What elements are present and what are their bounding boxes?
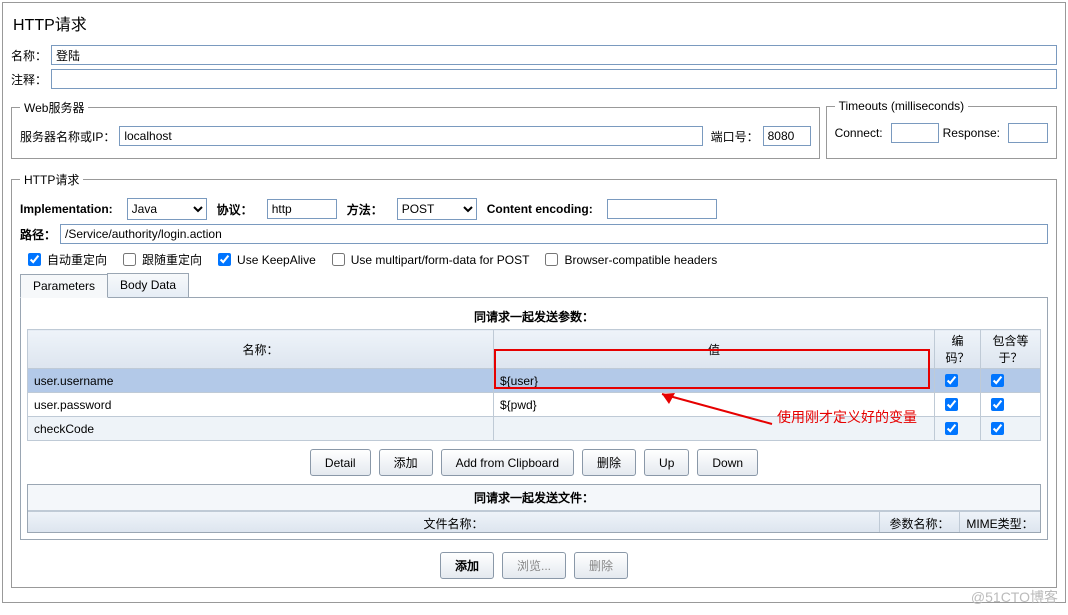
keepalive-input[interactable]: [218, 253, 231, 266]
include-checkbox[interactable]: [991, 374, 1004, 387]
tab-body-data[interactable]: Body Data: [107, 273, 189, 297]
encode-checkbox[interactable]: [945, 374, 958, 387]
proto-input[interactable]: [267, 199, 337, 219]
param-include-cell[interactable]: [981, 417, 1041, 441]
name-row: 名称：: [11, 45, 1057, 65]
comment-label: 注释：: [11, 71, 47, 88]
browser-compat-input[interactable]: [545, 253, 558, 266]
file-col-mime[interactable]: MIME类型：: [960, 512, 1040, 532]
web-server-legend: Web服务器: [20, 99, 88, 116]
file-col-name[interactable]: 文件名称：: [28, 512, 880, 532]
table-row[interactable]: checkCode: [28, 417, 1041, 441]
param-encode-cell[interactable]: [935, 417, 981, 441]
col-name[interactable]: 名称：: [28, 330, 494, 369]
params-table-wrap: 名称： 值 编码？ 包含等于？ user.username${user}user…: [27, 329, 1041, 441]
tab-parameters[interactable]: Parameters: [20, 274, 108, 298]
server-input[interactable]: [119, 126, 702, 146]
auto-redirect-input[interactable]: [28, 253, 41, 266]
file-buttons: 添加 浏览... 删除: [20, 552, 1048, 579]
files-title: 同请求一起发送文件：: [28, 485, 1040, 511]
port-label: 端口号：: [711, 128, 759, 145]
add-param-button[interactable]: 添加: [379, 449, 433, 476]
connect-label: Connect:: [835, 126, 883, 140]
include-checkbox[interactable]: [991, 398, 1004, 411]
response-label: Response:: [943, 126, 1000, 140]
col-include[interactable]: 包含等于？: [981, 330, 1041, 369]
browser-compat-checkbox[interactable]: Browser-compatible headers: [541, 250, 717, 269]
method-label: 方法：: [347, 201, 383, 218]
browse-file-button[interactable]: 浏览...: [502, 552, 566, 579]
port-input[interactable]: [763, 126, 811, 146]
include-checkbox[interactable]: [991, 422, 1004, 435]
param-name-cell[interactable]: checkCode: [28, 417, 494, 441]
table-row[interactable]: user.username${user}: [28, 369, 1041, 393]
parameters-tab-body: 同请求一起发送参数： 名称： 值 编码？ 包含等于？ user.username…: [20, 298, 1048, 540]
add-clipboard-button[interactable]: Add from Clipboard: [441, 449, 574, 476]
http-request-fieldset: HTTP请求 Implementation: Java 协议： 方法： POST…: [11, 171, 1057, 588]
encoding-label: Content encoding:: [487, 202, 593, 216]
encoding-input[interactable]: [607, 199, 717, 219]
detail-button[interactable]: Detail: [310, 449, 371, 476]
response-input[interactable]: [1008, 123, 1048, 143]
follow-redirect-input[interactable]: [123, 253, 136, 266]
path-input[interactable]: [60, 224, 1048, 244]
http-request-panel: HTTP请求 名称： 注释： Web服务器 服务器名称或IP： 端口号： Tim…: [2, 2, 1066, 603]
multipart-input[interactable]: [332, 253, 345, 266]
file-col-param[interactable]: 参数名称：: [880, 512, 960, 532]
down-button[interactable]: Down: [697, 449, 758, 476]
server-label: 服务器名称或IP：: [20, 128, 115, 145]
col-encode[interactable]: 编码？: [935, 330, 981, 369]
http-request-legend: HTTP请求: [20, 171, 83, 188]
proto-label: 协议：: [217, 201, 253, 218]
up-button[interactable]: Up: [644, 449, 689, 476]
panel-title: HTTP请求: [11, 7, 1057, 41]
name-input[interactable]: [51, 45, 1057, 65]
web-server-fieldset: Web服务器 服务器名称或IP： 端口号：: [11, 99, 820, 159]
params-buttons: Detail 添加 Add from Clipboard 删除 Up Down: [27, 449, 1041, 476]
keepalive-checkbox[interactable]: Use KeepAlive: [214, 250, 316, 269]
name-label: 名称：: [11, 47, 47, 64]
table-row[interactable]: user.password${pwd}: [28, 393, 1041, 417]
timeouts-fieldset: Timeouts (milliseconds) Connect: Respons…: [826, 99, 1057, 159]
follow-redirect-checkbox[interactable]: 跟随重定向: [119, 250, 202, 269]
delete-param-button[interactable]: 删除: [582, 449, 636, 476]
params-table: 名称： 值 编码？ 包含等于？ user.username${user}user…: [27, 329, 1041, 441]
files-section: 同请求一起发送文件： 文件名称： 参数名称： MIME类型：: [27, 484, 1041, 533]
param-value-cell[interactable]: [493, 417, 934, 441]
param-name-cell[interactable]: user.username: [28, 369, 494, 393]
param-encode-cell[interactable]: [935, 369, 981, 393]
params-title: 同请求一起发送参数：: [27, 304, 1041, 329]
comment-row: 注释：: [11, 69, 1057, 89]
auto-redirect-checkbox[interactable]: 自动重定向: [24, 250, 107, 269]
options-row: 自动重定向 跟随重定向 Use KeepAlive Use multipart/…: [24, 250, 1048, 269]
method-select[interactable]: POST: [397, 198, 477, 220]
files-header: 文件名称： 参数名称： MIME类型：: [28, 511, 1040, 532]
tabs: Parameters Body Data: [20, 273, 1048, 298]
param-include-cell[interactable]: [981, 369, 1041, 393]
delete-file-button[interactable]: 删除: [574, 552, 628, 579]
param-value-cell[interactable]: ${user}: [493, 369, 934, 393]
add-file-button[interactable]: 添加: [440, 552, 494, 579]
param-name-cell[interactable]: user.password: [28, 393, 494, 417]
encode-checkbox[interactable]: [945, 398, 958, 411]
connect-input[interactable]: [891, 123, 939, 143]
encode-checkbox[interactable]: [945, 422, 958, 435]
timeouts-legend: Timeouts (milliseconds): [835, 99, 969, 113]
impl-label: Implementation:: [20, 202, 113, 216]
param-value-cell[interactable]: ${pwd}: [493, 393, 934, 417]
comment-input[interactable]: [51, 69, 1057, 89]
impl-select[interactable]: Java: [127, 198, 207, 220]
col-value[interactable]: 值: [493, 330, 934, 369]
param-include-cell[interactable]: [981, 393, 1041, 417]
multipart-checkbox[interactable]: Use multipart/form-data for POST: [328, 250, 530, 269]
param-encode-cell[interactable]: [935, 393, 981, 417]
path-label: 路径：: [20, 226, 56, 243]
